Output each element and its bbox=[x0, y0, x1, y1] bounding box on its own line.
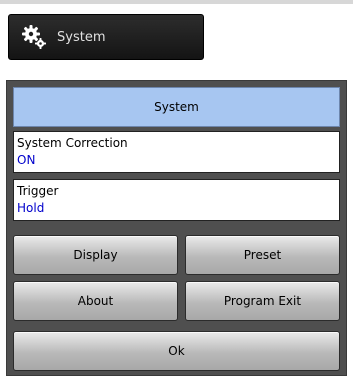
system-correction-value: ON bbox=[17, 153, 36, 167]
preset-button[interactable]: Preset bbox=[185, 235, 340, 275]
about-button[interactable]: About bbox=[13, 281, 178, 321]
system-button[interactable]: System bbox=[8, 14, 204, 60]
ok-button[interactable]: Ok bbox=[13, 331, 340, 371]
trigger-label: Trigger bbox=[17, 184, 59, 198]
panel-title: System bbox=[13, 87, 340, 127]
display-button[interactable]: Display bbox=[13, 235, 178, 275]
trigger-value: Hold bbox=[17, 201, 45, 215]
trigger-field[interactable]: Trigger Hold bbox=[13, 179, 340, 221]
system-menu-panel: System System Correction ON Trigger Hold… bbox=[6, 80, 347, 376]
system-button-label: System bbox=[57, 29, 106, 45]
system-correction-field[interactable]: System Correction ON bbox=[13, 131, 340, 173]
gear-icon bbox=[22, 25, 46, 49]
system-correction-label: System Correction bbox=[17, 136, 128, 150]
top-divider bbox=[0, 0, 353, 4]
program-exit-button[interactable]: Program Exit bbox=[185, 281, 340, 321]
